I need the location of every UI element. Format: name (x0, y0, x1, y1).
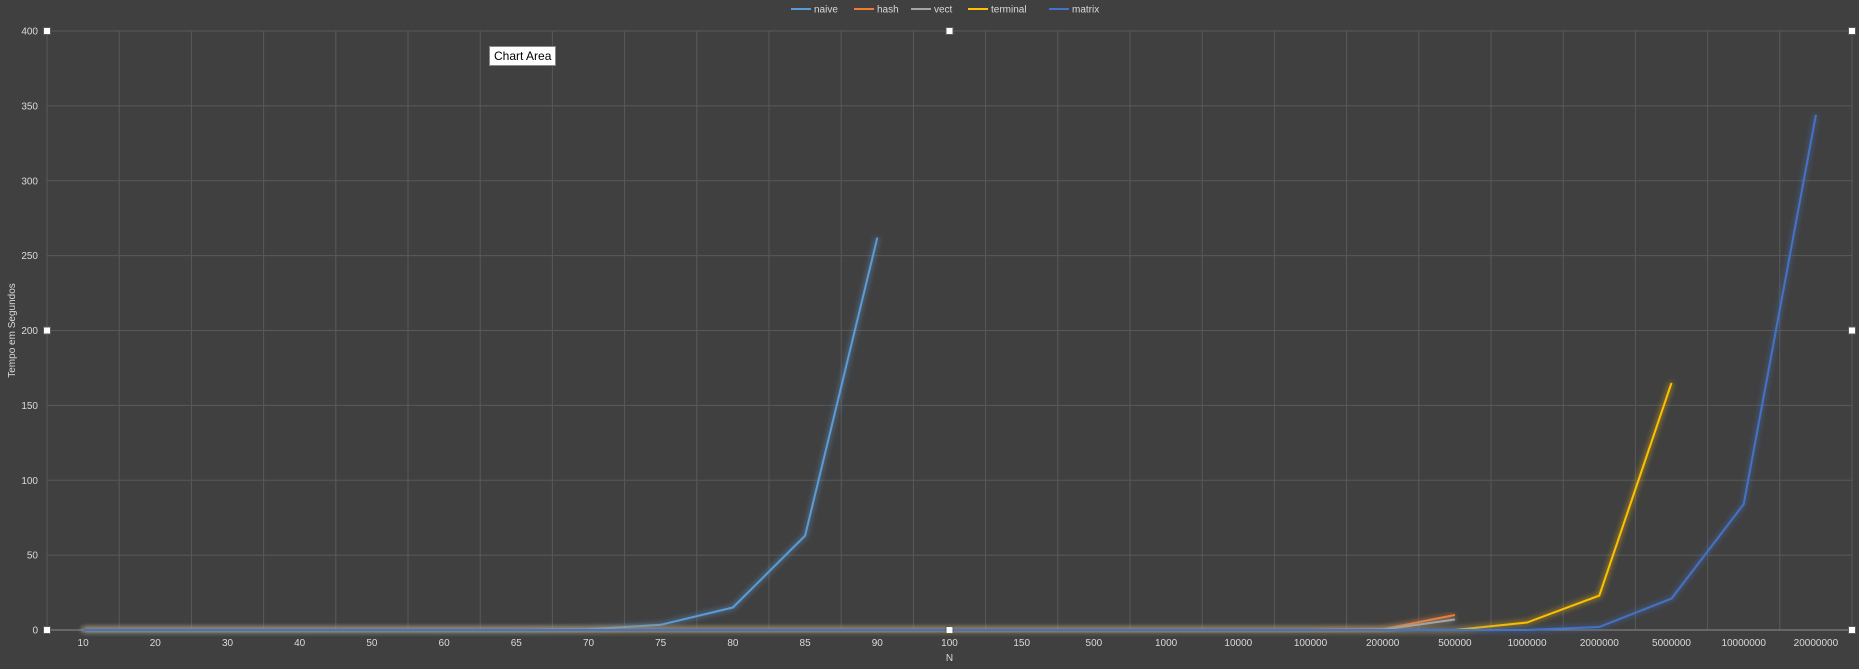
y-tick-label: 200 (21, 326, 38, 337)
x-tick-label: 1000 (1155, 638, 1178, 649)
legend: naive hash vect terminal matrix (791, 5, 1099, 16)
x-tick-label: 200000 (1366, 638, 1400, 649)
x-tick-label: 60 (439, 638, 451, 649)
y-tick-label: 350 (21, 101, 38, 112)
resize-handle[interactable] (43, 326, 51, 335)
legend-entry-terminal: terminal (991, 5, 1027, 16)
x-tick-label: 150 (1013, 638, 1030, 649)
x-tick-label: 10000 (1224, 638, 1252, 649)
legend-entry-hash: hash (877, 5, 899, 16)
chart-area-tooltip: Chart Area (489, 46, 557, 66)
x-tick-label: 5000000 (1652, 638, 1691, 649)
resize-handle[interactable] (1848, 27, 1856, 35)
y-tick-label: 0 (32, 626, 38, 637)
x-tick-label: 1000000 (1508, 638, 1547, 649)
x-tick-label: 80 (727, 638, 739, 649)
resize-handle[interactable] (945, 626, 954, 634)
series-line-matrix (83, 114, 1817, 631)
x-tick-label: 100 (941, 638, 958, 649)
x-tick-label: 65 (511, 638, 523, 649)
legend-entry-matrix: matrix (1072, 5, 1099, 16)
resize-handle[interactable] (43, 27, 51, 35)
x-tick-label: 10 (78, 638, 90, 649)
series-line-terminal (83, 382, 1673, 631)
x-axis-title: N (946, 653, 953, 664)
x-tick-label: 75 (655, 638, 667, 649)
x-tick-label: 90 (872, 638, 884, 649)
y-tick-label: 100 (21, 476, 38, 487)
x-tick-label: 100000 (1294, 638, 1328, 649)
line-chart[interactable]: 0 50 100 150 200 250 300 350 400 10 20 30 40 50 60 65 70… (0, 0, 1859, 669)
y-tick-label: 150 (21, 401, 38, 412)
resize-handle[interactable] (1848, 326, 1856, 335)
resize-handle[interactable] (945, 27, 954, 35)
x-tick-label: 85 (800, 638, 812, 649)
x-tick-label: 500 (1086, 638, 1103, 649)
y-tick-label: 300 (21, 176, 38, 187)
x-tick-label: 20000000 (1794, 638, 1839, 649)
y-tick-label: 400 (21, 27, 38, 38)
legend-entry-vect: vect (934, 5, 953, 16)
x-tick-label: 2000000 (1580, 638, 1619, 649)
y-tick-label: 50 (27, 551, 39, 562)
x-tick-label: 40 (294, 638, 306, 649)
y-axis-title: Tempo em Segundos (7, 283, 18, 378)
legend-entry-naive: naive (814, 5, 838, 16)
resize-handle[interactable] (1848, 626, 1856, 634)
x-tick-label: 500000 (1438, 638, 1472, 649)
x-tick-label: 70 (583, 638, 595, 649)
resize-handle[interactable] (43, 626, 51, 634)
x-tick-label: 10000000 (1721, 638, 1766, 649)
x-tick-label: 20 (150, 638, 162, 649)
x-tick-label: 30 (222, 638, 234, 649)
y-tick-label: 250 (21, 251, 38, 262)
x-tick-label: 50 (366, 638, 378, 649)
chart-area[interactable]: 0 50 100 150 200 250 300 350 400 10 20 30 40 50 60 65 70… (0, 0, 1859, 669)
